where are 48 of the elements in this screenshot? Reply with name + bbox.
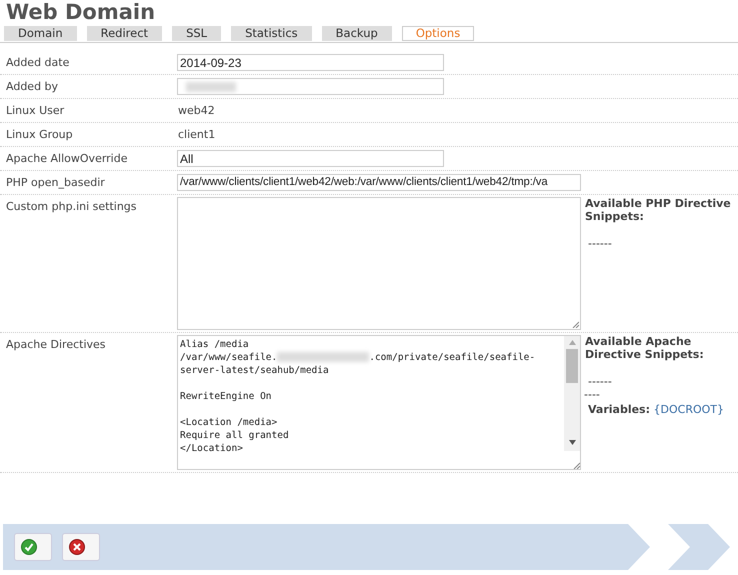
input-field[interactable]: All xyxy=(177,150,444,167)
chevron-decoration-icon xyxy=(628,524,738,570)
resize-grip-icon[interactable] xyxy=(572,321,579,328)
tab[interactable]: SSL xyxy=(172,26,222,41)
snippet-separator: ------ xyxy=(587,375,613,388)
checkmark-icon xyxy=(21,539,37,555)
field-label: Apache Directives xyxy=(5,337,107,353)
field-label: Custom php.ini settings xyxy=(5,199,138,215)
snippets-heading: Available Apache Directive Snippets: xyxy=(584,335,705,361)
input-field[interactable] xyxy=(177,78,444,95)
scroll-down-icon[interactable] xyxy=(568,440,576,445)
cancel-button[interactable] xyxy=(62,533,100,561)
input-field[interactable]: /var/www/clients/client1/web42/web:/var/www/clients/client1/web42/tmp:/va xyxy=(177,174,581,191)
field-label: Apache AllowOverride xyxy=(5,151,128,167)
scroll-thumb[interactable] xyxy=(566,349,578,383)
scroll-up-icon[interactable] xyxy=(568,340,576,345)
page-title: Web Domain xyxy=(5,0,156,26)
tab[interactable]: Statistics xyxy=(231,26,312,41)
field-label: PHP open_basedir xyxy=(5,175,106,191)
field-label: Linux User xyxy=(5,103,66,119)
code-text: .com/private/seafile/seafile- xyxy=(369,352,536,363)
field-value: client1 xyxy=(177,128,216,141)
variables-label: Variables: xyxy=(588,403,650,416)
redacted-text xyxy=(186,82,236,92)
resize-grip-icon[interactable] xyxy=(573,462,580,469)
field-value: web42 xyxy=(177,104,215,117)
tab[interactable]: Redirect xyxy=(86,26,162,41)
code-text: Alias /media xyxy=(180,339,249,350)
code-text: </Location> xyxy=(180,443,243,454)
variable-link[interactable]: {DOCROOT} xyxy=(654,403,724,416)
code-text: RewriteEngine On xyxy=(180,391,272,402)
snippet-separator: ------ xyxy=(587,237,613,250)
tab[interactable]: Backup xyxy=(322,26,392,41)
field-label: Added by xyxy=(5,79,60,95)
code-text: /var/www/seafile. xyxy=(180,352,278,363)
code-area[interactable]: Alias /media /var/www/seafile. .com/private/seafile/seafile- server-latest/seahub/media RewriteEngine On <Location /media> Require all granted </Location> xyxy=(177,335,581,470)
scrollbar[interactable] xyxy=(564,336,580,469)
tab[interactable]: Domain xyxy=(4,26,77,41)
input-field[interactable]: 2014-09-23 xyxy=(177,54,444,71)
snippets-heading: Available PHP Directive Snippets: xyxy=(584,197,732,223)
cross-icon xyxy=(69,539,85,555)
field-label: Linux Group xyxy=(5,127,74,143)
save-button[interactable] xyxy=(14,533,52,561)
code-text: <Location /media> xyxy=(180,417,278,428)
snippet-separator: ---- xyxy=(584,388,601,401)
field-label: Added date xyxy=(5,55,70,71)
code-text: server-latest/seahub/media xyxy=(180,365,329,376)
code-text: Require all granted xyxy=(180,430,289,441)
